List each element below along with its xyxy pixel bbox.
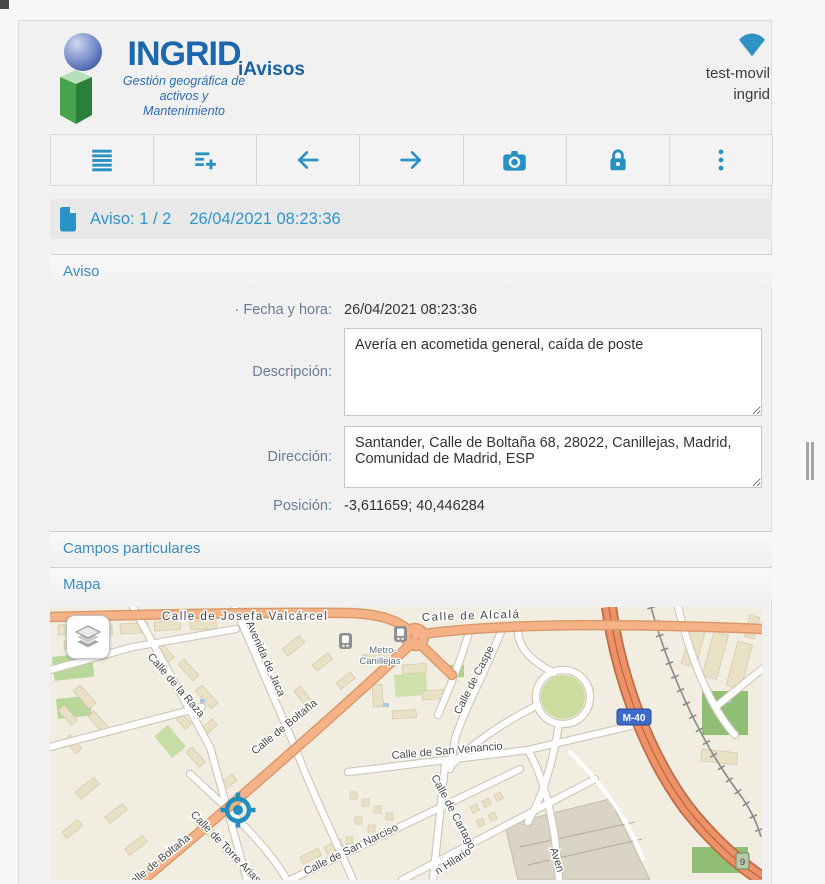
layers-icon xyxy=(74,624,102,650)
descripcion-input[interactable]: Avería en acometida general, caída de po… xyxy=(344,328,762,416)
field-direccion: Dirección: Santander, Calle de Boltaña 6… xyxy=(50,421,772,493)
screen: { "header": { "brand": "INGRID", "taglin… xyxy=(0,0,825,883)
record-title: Aviso: 1 / 2 xyxy=(90,210,171,229)
motorway-badge: M-40 xyxy=(617,709,651,725)
next-record-button[interactable] xyxy=(359,135,462,185)
brand-tagline: Gestión geográfica de activos y Mantenim… xyxy=(118,74,250,119)
direccion-label: Dirección: xyxy=(50,449,344,465)
fecha-label: · Fecha y hora: xyxy=(50,302,344,318)
record-datetime: 26/04/2021 08:23:36 xyxy=(189,210,340,229)
previous-record-button[interactable] xyxy=(256,135,359,185)
panel-resize-handle[interactable] xyxy=(806,442,814,480)
map-view[interactable]: Calle de Josefa Valcárcel Calle de Alcal… xyxy=(50,607,762,880)
add-to-list-icon xyxy=(192,147,218,173)
more-options-button[interactable] xyxy=(669,135,772,185)
ingrid-logo xyxy=(50,27,122,131)
connection-block: test-movil ingrid xyxy=(706,31,770,105)
posicion-label: Posición: xyxy=(50,498,344,514)
toolbar xyxy=(50,134,773,186)
section-header-campos-particulares[interactable]: Campos particulares xyxy=(50,531,772,565)
map-canvas: Calle de Josefa Valcárcel Calle de Alcal… xyxy=(50,607,762,880)
brand-name: INGRID xyxy=(118,37,250,71)
corner-artifact xyxy=(0,0,9,9)
arrow-right-icon xyxy=(397,146,425,174)
device-name: test-movil xyxy=(706,63,770,84)
menu-icon xyxy=(89,147,115,173)
wifi-icon xyxy=(737,31,767,57)
logo-sphere-icon xyxy=(64,33,102,71)
main-panel: INGRID Gestión geográfica de activos y M… xyxy=(18,20,772,884)
street-label: Calle de Josefa Valcárcel xyxy=(162,611,328,623)
record-bar: Aviso: 1 / 2 26/04/2021 08:23:36 xyxy=(50,199,772,239)
svg-text:M-40: M-40 xyxy=(623,713,646,724)
station-label: Canillejas xyxy=(359,656,400,667)
user-name: ingrid xyxy=(706,84,770,105)
fecha-value: 26/04/2021 08:23:36 xyxy=(344,302,477,318)
arrow-left-icon xyxy=(294,146,322,174)
descripcion-label: Descripción: xyxy=(50,364,344,380)
kebab-menu-icon xyxy=(708,147,734,173)
station-label: Metro- xyxy=(369,645,396,656)
camera-button[interactable] xyxy=(463,135,566,185)
lock-icon xyxy=(605,147,631,173)
camera-icon xyxy=(501,147,528,174)
app-title: iAvisos xyxy=(238,59,305,81)
field-fecha: · Fecha y hora: 26/04/2021 08:23:36 xyxy=(50,292,772,323)
document-icon xyxy=(58,206,78,232)
logo-prism-icon xyxy=(54,61,98,132)
svg-text:9: 9 xyxy=(740,857,745,868)
menu-button[interactable] xyxy=(51,135,153,185)
posicion-value: -3,611659; 40,446284 xyxy=(344,498,485,514)
section-header-aviso[interactable]: Aviso xyxy=(50,254,772,288)
field-descripcion: Descripción: Avería en acometida general… xyxy=(50,323,772,421)
aviso-form: Aviso · Fecha y hora: 26/04/2021 08:23:3… xyxy=(50,254,772,880)
lock-button[interactable] xyxy=(566,135,669,185)
add-to-list-button[interactable] xyxy=(153,135,256,185)
logo-text: INGRID Gestión geográfica de activos y M… xyxy=(118,37,250,119)
field-posicion: Posición: -3,611659; 40,446284 xyxy=(50,493,772,519)
aviso-fields: · Fecha y hora: 26/04/2021 08:23:36 Desc… xyxy=(50,288,772,531)
app-header: INGRID Gestión geográfica de activos y M… xyxy=(19,21,771,134)
map-layers-button[interactable] xyxy=(66,615,110,659)
section-header-mapa[interactable]: Mapa xyxy=(50,567,772,601)
direccion-input[interactable]: Santander, Calle de Boltaña 68, 28022, C… xyxy=(344,426,762,488)
exit-badge: 9 xyxy=(736,853,749,869)
